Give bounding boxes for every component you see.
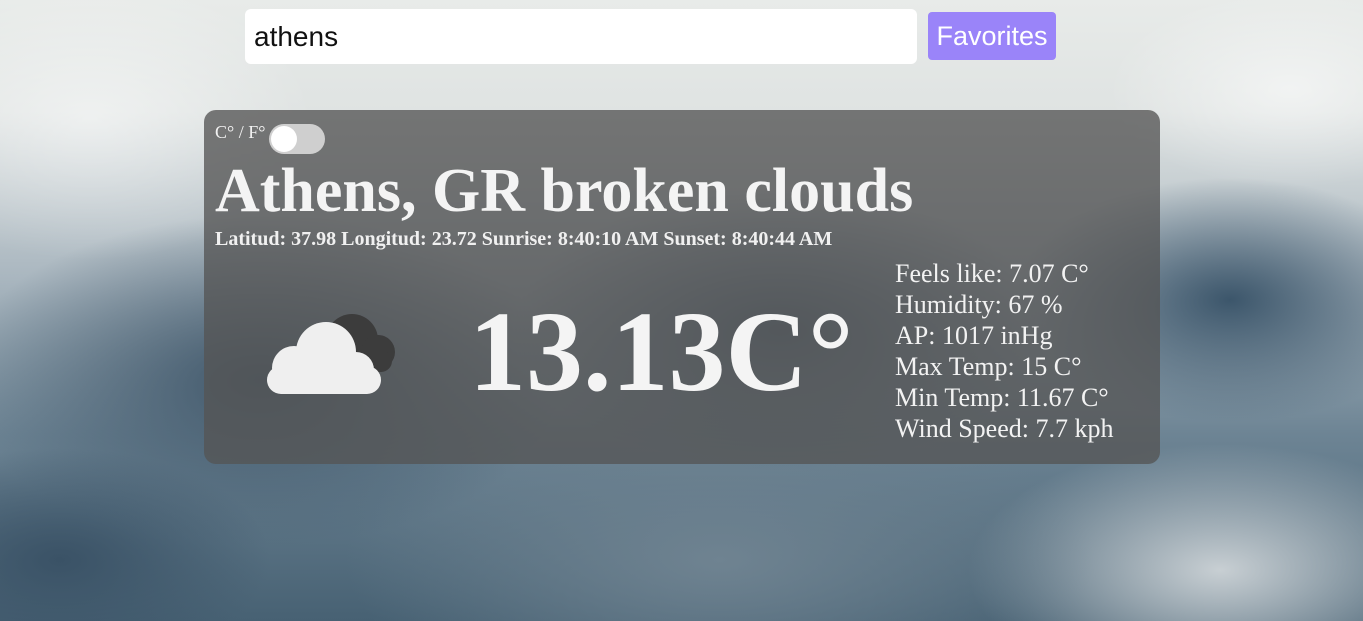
feels-like: Feels like: 7.07 C° [895, 259, 1089, 288]
location-name: Athens, GR [215, 157, 526, 225]
city-search-input[interactable] [245, 9, 917, 64]
favorites-button[interactable]: Favorites [928, 12, 1056, 60]
humidity: Humidity: 67 % [895, 290, 1063, 319]
toggle-knob [271, 126, 297, 152]
wind-speed: Wind Speed: 7.7 kph [895, 414, 1114, 443]
weather-description: broken clouds [540, 157, 914, 225]
weather-headline: Athens, GR broken clouds [215, 156, 913, 226]
broken-clouds-icon [267, 314, 395, 394]
unit-toggle-label: C° / F° [215, 122, 266, 142]
coordinates-sun-times: Latitud: 37.98 Longitud: 23.72 Sunrise: … [215, 228, 833, 250]
weather-details: Feels like: 7.07 C° Humidity: 67 % AP: 1… [895, 258, 1114, 444]
current-temperature: 13.13C° [469, 288, 854, 415]
min-temp: Min Temp: 11.67 C° [895, 383, 1109, 412]
unit-toggle-switch[interactable] [269, 124, 325, 154]
air-pressure: AP: 1017 inHg [895, 321, 1053, 350]
weather-card: C° / F° Athens, GR broken clouds Latitud… [204, 110, 1160, 464]
max-temp: Max Temp: 15 C° [895, 352, 1082, 381]
